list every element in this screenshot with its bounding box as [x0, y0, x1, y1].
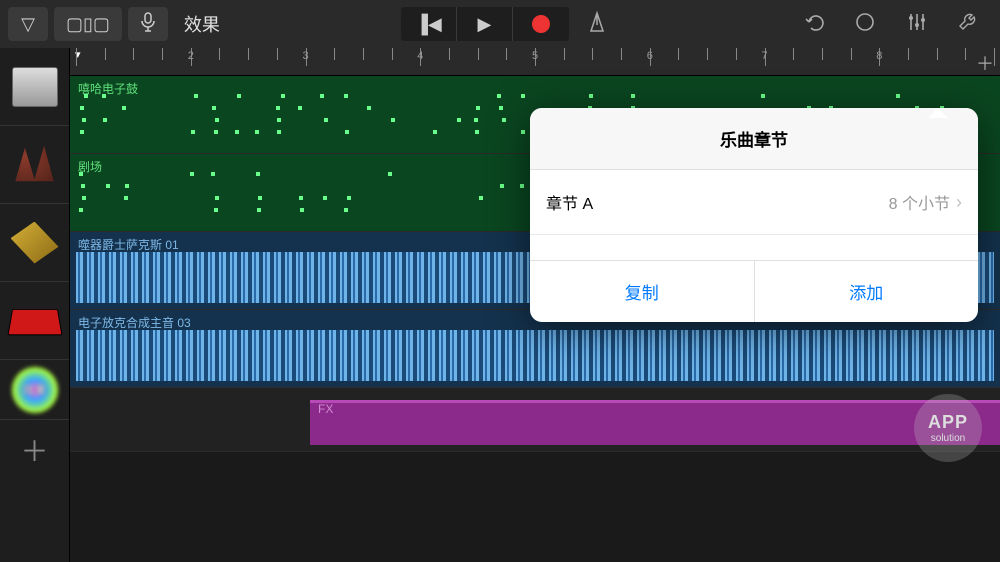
drum-machine-icon: [12, 67, 58, 107]
track-header-keys[interactable]: [0, 282, 69, 360]
ruler-number: 3: [303, 50, 309, 62]
mixer-button[interactable]: [894, 7, 940, 41]
mic-button[interactable]: [128, 7, 168, 41]
ruler-number: 2: [188, 50, 194, 62]
wrench-icon: [958, 11, 980, 38]
track-label: 噬器爵士萨克斯 01: [78, 236, 179, 253]
section-row[interactable]: 章节 A 8 个小节 ›: [530, 170, 978, 235]
sliders-icon: [906, 11, 928, 38]
effects-button[interactable]: 效果: [174, 11, 230, 37]
track-header-strings[interactable]: [0, 126, 69, 204]
ruler-number: 6: [647, 50, 653, 62]
track-label: 电子放克合成主音 03: [78, 314, 191, 331]
ruler-number: 8: [876, 50, 882, 62]
metronome-icon: [587, 11, 607, 38]
popover-title: 乐曲章节: [530, 108, 978, 170]
browser-toggle-button[interactable]: ▽: [8, 7, 48, 41]
track-header-brass[interactable]: [0, 204, 69, 282]
brass-icon: [11, 222, 59, 264]
triangle-down-icon: ▽: [21, 14, 35, 35]
watermark-badge: APP solution: [914, 394, 982, 462]
undo-button[interactable]: [790, 7, 836, 41]
track-header-drums[interactable]: [0, 48, 69, 126]
plus-icon: ＋: [20, 430, 48, 470]
fx-icon: [12, 367, 58, 413]
microphone-icon: [141, 12, 155, 37]
watermark-line2: solution: [931, 433, 965, 444]
rewind-button[interactable]: ▐◀: [401, 7, 457, 41]
fx-region[interactable]: [310, 400, 1000, 445]
record-button[interactable]: [513, 7, 569, 41]
copy-section-button[interactable]: 复制: [530, 261, 755, 322]
settings-button[interactable]: [946, 7, 992, 41]
chevron-right-icon: ›: [956, 192, 962, 213]
section-length: 8 个小节: [889, 190, 950, 214]
ruler-number: 4: [417, 50, 423, 62]
loop-icon: [854, 11, 876, 38]
loop-button[interactable]: [842, 7, 888, 41]
skip-back-icon: ▐◀: [415, 14, 442, 35]
track-header-fx[interactable]: [0, 360, 69, 420]
watermark-line1: APP: [928, 412, 968, 433]
track-view-icon: ▢▯▢: [66, 14, 110, 35]
top-toolbar: ▽ ▢▯▢ 效果 ▐◀ ▶: [0, 0, 1000, 48]
section-name: 章节 A: [546, 190, 593, 214]
transport-controls: ▐◀ ▶: [401, 7, 569, 41]
track-label: 嘻哈电子鼓: [78, 80, 138, 97]
song-sections-popover: 乐曲章节 章节 A 8 个小节 › 复制 添加: [530, 108, 978, 322]
view-switch-button[interactable]: ▢▯▢: [54, 7, 122, 41]
add-section-button[interactable]: 添加: [755, 261, 979, 322]
add-track-button[interactable]: ＋: [0, 420, 69, 480]
record-icon: [532, 15, 550, 33]
track-label: 剧场: [78, 158, 102, 175]
instrument-sidebar: ＋: [0, 48, 70, 562]
ruler-number: 7: [762, 50, 768, 62]
keyboard-icon: [7, 309, 62, 335]
track-row[interactable]: FX: [70, 388, 1000, 452]
add-section-button[interactable]: ＋: [976, 50, 994, 76]
play-icon: ▶: [478, 14, 492, 35]
undo-icon: [802, 13, 824, 36]
ruler-number: 5: [532, 50, 538, 62]
play-button[interactable]: ▶: [457, 7, 513, 41]
strings-icon: [11, 144, 59, 186]
track-label: FX: [318, 402, 333, 416]
ruler[interactable]: ▾ ＋ 2345678: [70, 48, 1000, 76]
metronome-button[interactable]: [575, 7, 619, 41]
